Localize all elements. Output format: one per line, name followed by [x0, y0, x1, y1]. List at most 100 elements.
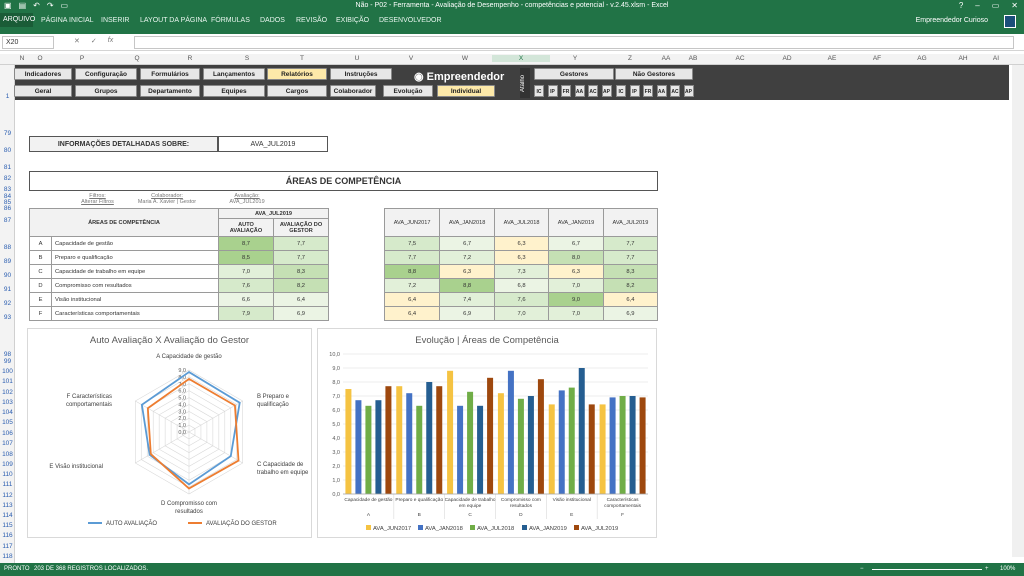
tab-layout[interactable]: LAYOUT DA PÁGINA — [140, 17, 207, 24]
row-header-116[interactable]: 116 — [0, 532, 15, 539]
shortcut-ng-ac[interactable]: AC — [670, 85, 680, 97]
row-header-103[interactable]: 103 — [0, 399, 15, 406]
shortcut-ng-ip[interactable]: IP — [629, 85, 640, 97]
name-box[interactable]: X20 — [2, 36, 54, 49]
col-header-P[interactable]: P — [74, 55, 90, 62]
user-name[interactable]: Empreendedor Curioso — [916, 17, 988, 24]
menu-evolução[interactable]: Evolução — [383, 85, 433, 97]
excel-icon[interactable]: ▣ — [4, 1, 12, 10]
row-header-80[interactable]: 80 — [0, 147, 15, 154]
shortcut-g-ac[interactable]: AC — [588, 85, 598, 97]
row-header-93[interactable]: 93 — [0, 314, 15, 321]
menu-formulários[interactable]: Formulários — [140, 68, 200, 80]
bar-chart-panel[interactable]: Evolução | Áreas de Competência 0,0 1,0 2,… — [317, 328, 657, 538]
col-header-X[interactable]: X — [492, 55, 550, 62]
row-header-109[interactable]: 109 — [0, 461, 15, 468]
row-header-82[interactable]: 82 — [0, 175, 15, 182]
fx-icon[interactable]: fx — [108, 37, 113, 45]
zoom-slider[interactable] — [872, 569, 982, 570]
menu-grupos[interactable]: Grupos — [75, 85, 137, 97]
menu-instruções[interactable]: Instruções — [330, 68, 392, 80]
tab-formulas[interactable]: FÓRMULAS — [211, 17, 250, 24]
shortcut-g-aa[interactable]: AA — [574, 85, 585, 97]
row-header-117[interactable]: 117 — [0, 543, 15, 550]
row-header-92[interactable]: 92 — [0, 300, 15, 307]
col-header-T[interactable]: T — [294, 55, 310, 62]
row-header-89[interactable]: 89 — [0, 258, 15, 265]
row-header-1[interactable]: 1 — [0, 93, 15, 100]
menu-configuração[interactable]: Configuração — [75, 68, 137, 80]
open-icon[interactable]: ▭ — [61, 1, 69, 10]
row-header-98[interactable]: 98 — [0, 351, 15, 358]
row-header-81[interactable]: 81 — [0, 164, 15, 171]
col-header-AI[interactable]: AI — [988, 55, 1004, 62]
shortcut-g-ip[interactable]: IP — [547, 85, 558, 97]
undo-icon[interactable]: ↶ — [33, 1, 40, 10]
zoom-plus[interactable]: + — [985, 566, 989, 572]
row-header-104[interactable]: 104 — [0, 409, 15, 416]
info-value[interactable]: AVA_JUL2019 — [218, 136, 328, 152]
menu-departamento[interactable]: Departamento — [140, 85, 200, 97]
menu-indicadores[interactable]: Indicadores — [14, 68, 72, 80]
col-header-AB[interactable]: AB — [685, 55, 701, 62]
shortcut-g-ic[interactable]: IC — [534, 85, 544, 97]
shortcut-ng-ap[interactable]: AP — [683, 85, 694, 97]
row-header-88[interactable]: 88 — [0, 244, 15, 251]
tab-dados[interactable]: DADOS — [260, 17, 285, 24]
close-icon[interactable]: ✕ — [1011, 1, 1018, 10]
restore-icon[interactable]: ▭ — [992, 1, 1000, 10]
tab-arquivo[interactable]: ARQUIVO — [0, 13, 35, 27]
menu-lançamentos[interactable]: Lançamentos — [203, 68, 265, 80]
row-header-91[interactable]: 91 — [0, 286, 15, 293]
row-header-106[interactable]: 106 — [0, 430, 15, 437]
col-header-Y[interactable]: Y — [567, 55, 583, 62]
row-header-111[interactable]: 111 — [0, 481, 15, 488]
col-header-AG[interactable]: AG — [914, 55, 930, 62]
col-header-N[interactable]: N — [14, 55, 30, 62]
row-header-108[interactable]: 108 — [0, 451, 15, 458]
zoom-minus[interactable]: − — [860, 566, 864, 572]
row-header-118[interactable]: 118 — [0, 553, 15, 560]
row-header-99[interactable]: 99 — [0, 358, 15, 365]
tab-exibicao[interactable]: EXIBIÇÃO — [336, 17, 369, 24]
shortcut-ng-fr[interactable]: FR — [643, 85, 653, 97]
menu-cargos[interactable]: Cargos — [267, 85, 327, 97]
col-header-S[interactable]: S — [239, 55, 255, 62]
col-header-V[interactable]: V — [403, 55, 419, 62]
col-header-AH[interactable]: AH — [955, 55, 971, 62]
col-header-U[interactable]: U — [349, 55, 365, 62]
tab-pagina-inicial[interactable]: PÁGINA INICIAL — [41, 17, 94, 24]
change-filters-link[interactable]: Alterar Filtros — [75, 199, 120, 205]
col-header-R[interactable]: R — [182, 55, 198, 62]
row-header-100[interactable]: 100 — [0, 368, 15, 375]
tab-revisao[interactable]: REVISÃO — [296, 17, 327, 24]
shortcut-ng-ic[interactable]: IC — [616, 85, 626, 97]
col-header-AF[interactable]: AF — [869, 55, 885, 62]
nao-gestores-button[interactable]: Não Gestores — [615, 68, 693, 80]
menu-individual[interactable]: Individual — [437, 85, 495, 97]
menu-equipes[interactable]: Equipes — [203, 85, 265, 97]
minimize-icon[interactable]: – — [975, 1, 979, 10]
tab-desenvolvedor[interactable]: DESENVOLVEDOR — [379, 17, 442, 24]
row-header-110[interactable]: 110 — [0, 471, 15, 478]
row-header-115[interactable]: 115 — [0, 522, 15, 529]
zoom-level[interactable]: 100% — [1000, 566, 1015, 572]
row-header-114[interactable]: 114 — [0, 512, 15, 519]
avatar[interactable] — [1004, 15, 1016, 28]
vertical-scrollbar[interactable] — [1012, 65, 1024, 557]
row-header-112[interactable]: 112 — [0, 492, 15, 499]
col-header-AA[interactable]: AA — [658, 55, 674, 62]
menu-geral[interactable]: Geral — [14, 85, 72, 97]
row-header-107[interactable]: 107 — [0, 440, 15, 447]
cancel-icon[interactable]: ✕ — [74, 37, 80, 45]
shortcut-ng-aa[interactable]: AA — [656, 85, 667, 97]
shortcut-g-fr[interactable]: FR — [561, 85, 571, 97]
row-header-87[interactable]: 87 — [0, 217, 15, 224]
row-header-86[interactable]: 86 — [0, 205, 15, 212]
col-header-AE[interactable]: AE — [824, 55, 840, 62]
formula-input[interactable] — [134, 36, 1014, 49]
menu-relatórios[interactable]: Relatórios — [267, 68, 327, 80]
col-header-Z[interactable]: Z — [622, 55, 638, 62]
gestores-button[interactable]: Gestores — [534, 68, 614, 80]
col-header-AC[interactable]: AC — [732, 55, 748, 62]
